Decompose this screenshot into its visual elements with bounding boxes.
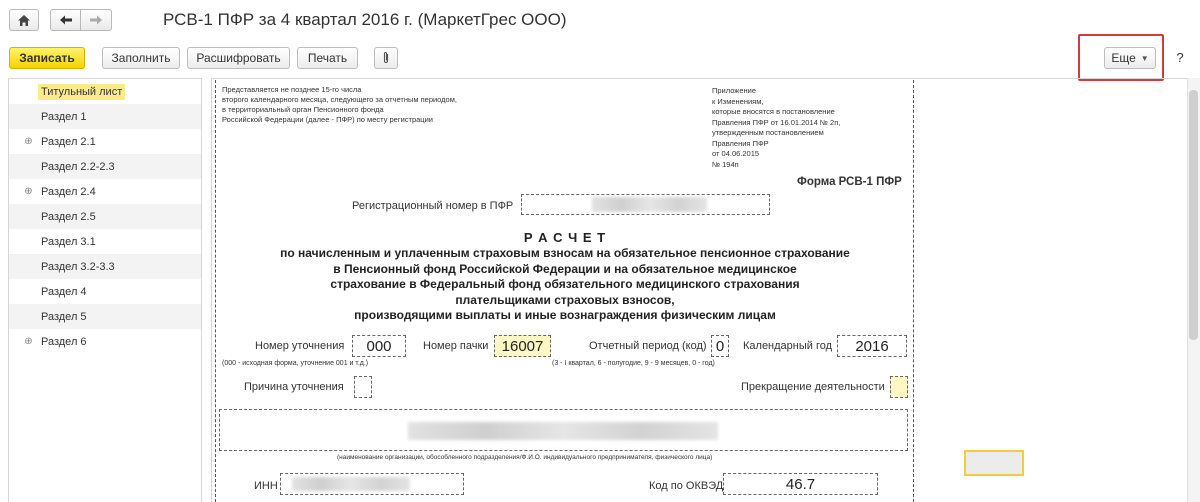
period-field[interactable]: 0 bbox=[711, 335, 729, 357]
form-name: Форма РСВ-1 ПФР bbox=[797, 176, 902, 188]
organization-name-redacted bbox=[408, 422, 718, 440]
sidebar-item-label: Раздел 2.1 bbox=[41, 136, 96, 148]
organization-hint: (наименование организации, обособленного… bbox=[337, 454, 713, 461]
pack-number-field[interactable]: 16007 bbox=[494, 335, 551, 357]
sidebar-item[interactable]: Раздел 4 bbox=[9, 279, 201, 304]
correction-reason-field[interactable] bbox=[354, 376, 372, 398]
attach-button[interactable] bbox=[374, 47, 398, 69]
sidebar-item[interactable]: Раздел 5 bbox=[9, 304, 201, 329]
note-line: в территориальный орган Пенсионного фонд… bbox=[222, 105, 384, 114]
note-line: от 04.06.2015 bbox=[712, 149, 760, 158]
sidebar-item[interactable]: Раздел 3.2-3.3 bbox=[9, 254, 201, 279]
note-line: Правления ПФР от 16.01.2014 № 2п, bbox=[712, 117, 841, 127]
sidebar-item-label: Раздел 3.1 bbox=[41, 236, 96, 248]
reg-number-redacted bbox=[592, 197, 707, 212]
back-button[interactable] bbox=[50, 9, 81, 31]
expand-icon[interactable]: ⊕ bbox=[24, 187, 33, 197]
sidebar-item[interactable]: Титульный лист bbox=[9, 79, 201, 104]
scrollbar-thumb[interactable] bbox=[1189, 90, 1198, 340]
period-hint: (3 - I квартал, 6 - полугодие, 9 - 9 мес… bbox=[552, 360, 715, 367]
home-icon bbox=[18, 14, 30, 26]
note-line: Приложение bbox=[712, 86, 756, 95]
sidebar-item[interactable]: Раздел 2.5 bbox=[9, 204, 201, 229]
sidebar-item-label: Раздел 5 bbox=[41, 311, 87, 323]
forward-button[interactable] bbox=[80, 9, 112, 31]
report-subtitle-line: страхование в Федеральный фонд обязатель… bbox=[330, 277, 800, 291]
year-label: Календарный год bbox=[743, 340, 833, 352]
help-button[interactable]: ? bbox=[1170, 47, 1190, 69]
sidebar-item[interactable]: ⊕ Раздел 2.1 bbox=[9, 129, 201, 154]
decode-button[interactable]: Расшифровать bbox=[187, 47, 290, 69]
note-line: Правления ПФР bbox=[712, 138, 769, 148]
note-line: второго календарного месяца, следующего … bbox=[222, 95, 457, 104]
year-field[interactable]: 2016 bbox=[837, 335, 907, 357]
period-label: Отчетный период (код) bbox=[589, 340, 707, 352]
note-line: утвержденным постановлением bbox=[712, 128, 824, 137]
note-line: которые вносятся в постановление bbox=[712, 107, 835, 116]
expand-icon[interactable]: ⊕ bbox=[24, 137, 33, 147]
termination-field[interactable] bbox=[890, 376, 908, 398]
fill-button[interactable]: Заполнить bbox=[102, 47, 180, 69]
side-yellow-field[interactable] bbox=[964, 450, 1024, 476]
sidebar-item-label: Раздел 2.2-2.3 bbox=[41, 161, 115, 173]
sidebar-item-label: Раздел 6 bbox=[41, 336, 87, 348]
sidebar-item[interactable]: Раздел 1 bbox=[9, 104, 201, 129]
print-button[interactable]: Печать bbox=[297, 47, 358, 69]
arrow-right-icon bbox=[90, 15, 102, 25]
attention-frame bbox=[1078, 34, 1164, 81]
reg-number-label: Регистрационный номер в ПФР bbox=[352, 200, 514, 212]
home-button[interactable] bbox=[9, 9, 39, 31]
note-line: Российской Федерации (далее - ПФР) по ме… bbox=[222, 115, 433, 124]
inn-label: ИНН bbox=[254, 480, 278, 492]
sidebar-item[interactable]: Раздел 2.2-2.3 bbox=[9, 154, 201, 179]
sections-sidebar: Титульный лист Раздел 1 ⊕ Раздел 2.1 Раздел … bbox=[8, 78, 202, 502]
window-title: РСВ-1 ПФР за 4 квартал 2016 г. (МаркетГр… bbox=[163, 10, 567, 29]
sidebar-item-label: Титульный лист bbox=[38, 84, 126, 100]
sidebar-item[interactable]: ⊕ Раздел 6 bbox=[9, 329, 201, 354]
sidebar-item-label: Раздел 3.2-3.3 bbox=[41, 261, 115, 273]
correction-number-label: Номер уточнения bbox=[255, 340, 345, 352]
pack-number-label: Номер пачки bbox=[423, 340, 489, 352]
sidebar-item-label: Раздел 2.5 bbox=[41, 211, 96, 223]
correction-number-field[interactable]: 000 bbox=[352, 335, 406, 357]
sidebar-item-label: Раздел 4 bbox=[41, 286, 87, 298]
expand-icon[interactable]: ⊕ bbox=[24, 337, 33, 347]
okved-label: Код по ОКВЭД bbox=[649, 480, 724, 492]
page-border-left bbox=[215, 80, 216, 502]
termination-label: Прекращение деятельности bbox=[741, 381, 885, 393]
report-subtitle-line: плательщиками страховых взносов, bbox=[455, 292, 675, 307]
report-title: Р А С Ч Е Т bbox=[523, 230, 607, 245]
sidebar-item-label: Раздел 2.4 bbox=[41, 186, 96, 198]
sidebar-item-label: Раздел 1 bbox=[41, 111, 87, 123]
sidebar-item[interactable]: ⊕ Раздел 2.4 bbox=[9, 179, 201, 204]
report-subtitle-line: по начисленным и уплаченным страховым вз… bbox=[280, 246, 850, 260]
note-line: № 194п bbox=[712, 159, 739, 169]
report-subtitle-line: производящими выплаты и иные вознагражде… bbox=[354, 308, 776, 322]
arrow-left-icon bbox=[59, 15, 72, 25]
sidebar-item[interactable]: Раздел 3.1 bbox=[9, 229, 201, 254]
okved-field[interactable]: 46.7 bbox=[723, 473, 878, 495]
save-button[interactable]: Записать bbox=[9, 47, 85, 69]
correction-hint: (000 - исходная форма, уточнение 001 и т… bbox=[222, 360, 369, 367]
report-subtitle-line: в Пенсионный фонд Российской Федерации и… bbox=[333, 261, 797, 276]
note-line: к Изменениям, bbox=[712, 96, 764, 106]
page-border-right bbox=[913, 80, 914, 502]
note-line: Представляется не позднее 15-го числа bbox=[222, 85, 362, 94]
paperclip-icon bbox=[383, 51, 389, 63]
inn-redacted bbox=[292, 477, 410, 491]
correction-reason-label: Причина уточнения bbox=[244, 381, 344, 393]
